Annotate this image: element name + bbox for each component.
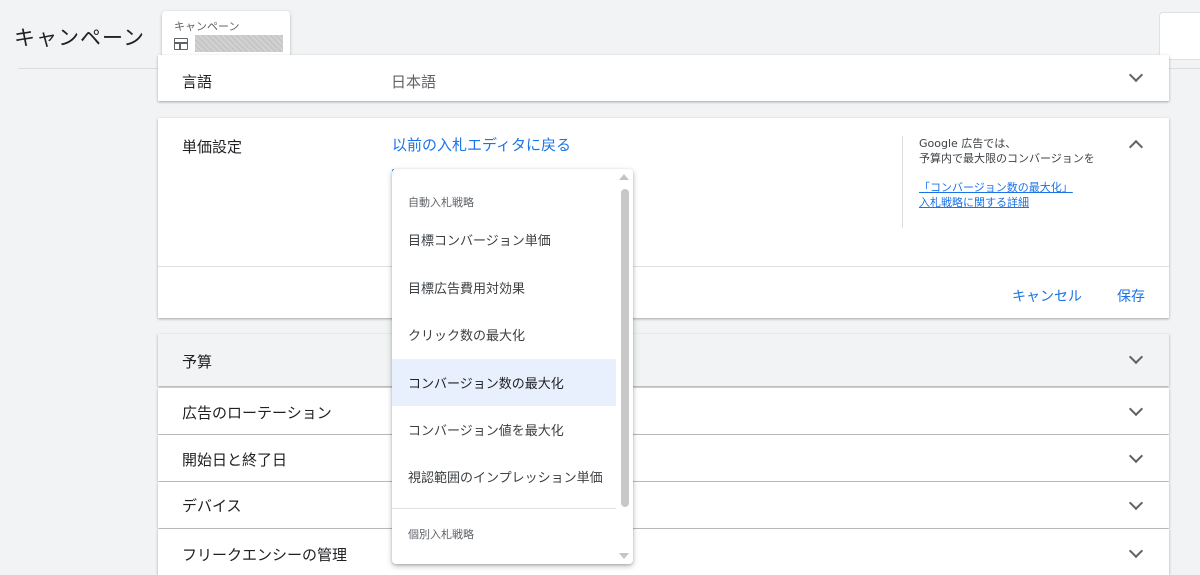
expand-chevron-icon[interactable] (1128, 349, 1144, 365)
option-maximize-clicks[interactable]: クリック数の最大化 (392, 311, 616, 358)
help-link-bid-strategy-details[interactable]: 入札戦略に関する詳細 (919, 196, 1102, 210)
help-link-maximize-conversions[interactable]: 「コンバージョン数の最大化」 (919, 181, 1102, 195)
expand-chevron-icon[interactable] (1128, 543, 1144, 559)
campaign-selector-label: キャンペーン (174, 20, 240, 33)
ad-rotation-label: 広告のローテーション (182, 404, 332, 422)
page-title: キャンペーン (14, 26, 145, 50)
campaign-selector[interactable]: キャンペーン (162, 11, 290, 61)
budget-panel[interactable]: 予算 (158, 334, 1169, 386)
help-text-line1: Google 広告では、 (919, 137, 1017, 150)
scrollbar-thumb[interactable] (621, 189, 629, 507)
redacted-campaign-name (195, 35, 283, 52)
campaign-table-icon (174, 38, 188, 50)
expand-chevron-icon[interactable] (1128, 448, 1144, 464)
expand-chevron-icon[interactable] (1128, 401, 1144, 417)
ad-rotation-panel[interactable]: 広告のローテーション (158, 388, 1169, 434)
manual-bid-strategy-header: 個別入札戦略 (408, 528, 474, 541)
devices-panel[interactable]: デバイス (158, 482, 1169, 528)
scroll-up-arrow-icon[interactable] (619, 174, 629, 180)
bidding-panel: 単価設定 以前の入札エディタに戻る Google 広告では、 予算内で最大限のコ… (158, 118, 1169, 318)
expand-chevron-icon[interactable] (1128, 495, 1144, 511)
language-value: 日本語 (391, 73, 437, 91)
header-right-control[interactable] (1159, 12, 1200, 60)
collapse-chevron-icon[interactable] (1128, 139, 1144, 155)
budget-label: 予算 (182, 353, 213, 371)
language-label: 言語 (182, 73, 213, 91)
auto-bid-strategy-header: 自動入札戦略 (408, 196, 474, 209)
dates-panel[interactable]: 開始日と終了日 (158, 435, 1169, 481)
return-to-old-editor-link[interactable]: 以前の入札エディタに戻る (392, 134, 571, 155)
option-target-cpa[interactable]: 目標コンバージョン単価 (392, 216, 616, 263)
frequency-label: フリークエンシーの管理 (182, 546, 348, 564)
language-panel[interactable]: 言語 日本語 (158, 55, 1169, 101)
dropdown-separator (392, 508, 616, 509)
bidding-divider (158, 266, 1169, 267)
expand-chevron-icon[interactable] (1128, 67, 1144, 83)
dates-label: 開始日と終了日 (182, 451, 288, 469)
option-target-roas[interactable]: 目標広告費用対効果 (392, 264, 616, 311)
devices-label: デバイス (182, 497, 242, 515)
bidding-label: 単価設定 (182, 138, 243, 156)
help-text-line2: 予算内で最大限のコンバージョンを (919, 152, 1095, 165)
scroll-down-arrow-icon[interactable] (619, 553, 629, 559)
save-button[interactable]: 保存 (1117, 286, 1145, 306)
frequency-panel[interactable]: フリークエンシーの管理 (158, 529, 1169, 575)
bid-strategy-dropdown[interactable]: 自動入札戦略 目標コンバージョン単価 目標広告費用対効果 クリック数の最大化 コ… (392, 169, 633, 564)
option-maximize-conversion-value[interactable]: コンバージョン値を最大化 (392, 406, 616, 453)
bidding-help-sidebar: Google 広告では、 予算内で最大限のコンバージョンを 「コンバージョン数の… (902, 136, 1102, 228)
cancel-button[interactable]: キャンセル (1012, 286, 1082, 306)
option-maximize-conversions[interactable]: コンバージョン数の最大化 (392, 359, 616, 406)
dropdown-scrollbar[interactable] (617, 169, 633, 564)
option-viewable-cpm[interactable]: 視認範囲のインプレッション単価 (392, 453, 616, 500)
